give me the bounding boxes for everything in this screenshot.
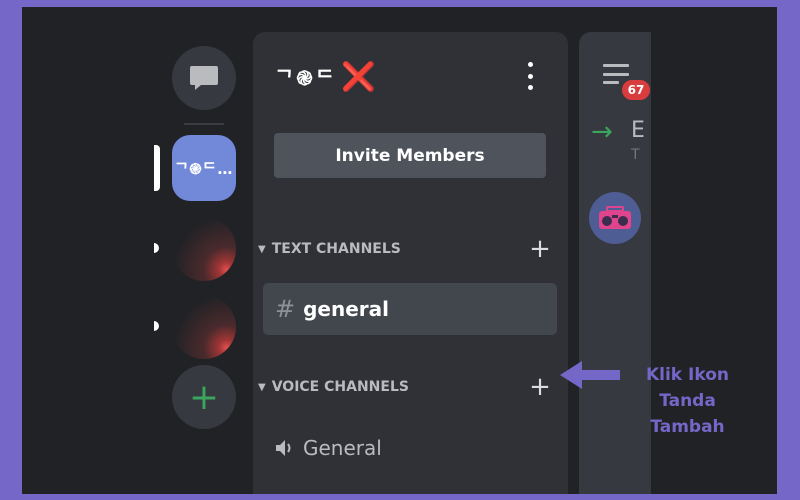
callout-line-2: Tanda Tambah bbox=[650, 391, 725, 437]
pointer-arrow-icon bbox=[560, 361, 620, 389]
add-text-channel-button[interactable]: + bbox=[529, 236, 551, 262]
cross-mark-icon: ❌ bbox=[341, 60, 377, 93]
voice-channel-name: General bbox=[303, 436, 382, 460]
category-label: TEXT CHANNELS bbox=[271, 241, 401, 257]
rail-separator bbox=[184, 123, 224, 125]
channel-sidebar: ᄀ֎ᄃ ❌ Invite Members ▼ TEXT CHANNELS + #… bbox=[253, 32, 568, 494]
callout-line-1: Klik Ikon bbox=[645, 365, 729, 385]
server-icon-selected[interactable]: ᄀ֎ᄃ… bbox=[172, 135, 236, 201]
chevron-down-icon: ▼ bbox=[258, 243, 266, 255]
speaker-icon bbox=[275, 439, 295, 457]
category-label: VOICE CHANNELS bbox=[271, 379, 409, 395]
server-icon[interactable] bbox=[172, 217, 236, 281]
plus-icon: + bbox=[188, 376, 220, 418]
channel-item-general[interactable]: # general bbox=[263, 283, 557, 335]
category-voice-channels[interactable]: ▼ VOICE CHANNELS bbox=[258, 376, 409, 398]
unread-indicator bbox=[154, 321, 159, 331]
add-server-button[interactable]: + bbox=[172, 365, 236, 429]
hash-icon: # bbox=[275, 295, 296, 323]
invite-members-button[interactable]: Invite Members bbox=[274, 133, 546, 178]
instruction-callout: Klik Ikon Tanda Tambah bbox=[620, 362, 755, 440]
add-voice-channel-button[interactable]: + bbox=[529, 374, 551, 400]
more-options-icon[interactable] bbox=[523, 62, 537, 90]
message-sub-truncated: T bbox=[631, 147, 640, 163]
channel-name: general bbox=[303, 297, 390, 321]
unread-indicator bbox=[154, 243, 159, 253]
boombox-avatar-icon[interactable] bbox=[589, 192, 641, 244]
join-arrow-icon: → bbox=[591, 117, 613, 147]
chat-bubble-icon bbox=[190, 66, 218, 90]
chevron-down-icon: ▼ bbox=[258, 381, 266, 393]
category-text-channels[interactable]: ▼ TEXT CHANNELS bbox=[258, 238, 401, 260]
server-icon[interactable] bbox=[172, 295, 236, 359]
direct-messages-button[interactable] bbox=[172, 46, 236, 110]
discord-screenshot: ᄀ֎ᄃ… + ᄀ֎ᄃ ❌ Invite Members ▼ TEXT CHANN… bbox=[22, 7, 777, 494]
selected-server-indicator bbox=[154, 145, 160, 191]
message-title-truncated: E bbox=[631, 118, 645, 143]
notification-badge: 67 bbox=[619, 77, 651, 103]
voice-channel-item-general[interactable]: General bbox=[275, 436, 382, 460]
server-name-text: ᄀ֎ᄃ bbox=[275, 66, 338, 90]
server-name[interactable]: ᄀ֎ᄃ ❌ bbox=[275, 60, 376, 93]
